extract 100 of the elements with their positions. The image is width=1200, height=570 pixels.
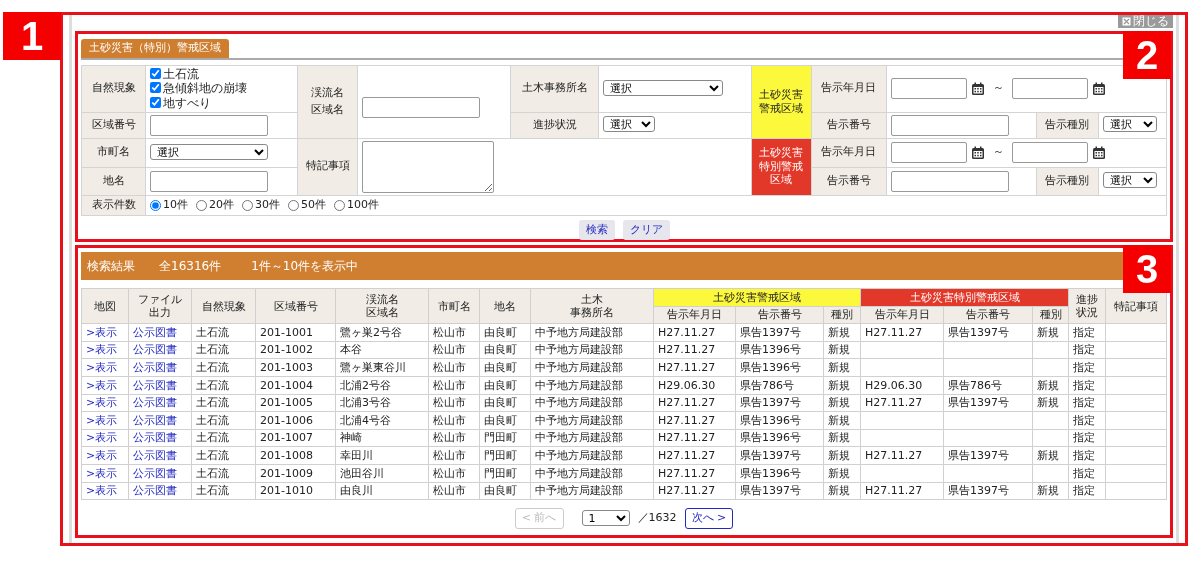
radio-button[interactable] xyxy=(288,199,300,211)
table-cell: 県告1396号 xyxy=(735,358,824,377)
callout-number: 1 xyxy=(3,12,61,60)
field-label: 告示種別 xyxy=(1036,167,1099,195)
dropdown[interactable]: 選択 xyxy=(603,79,724,96)
table-cell: 新規 xyxy=(823,394,861,412)
table-cell: 中予地方局建設部 xyxy=(530,358,654,377)
table-cell: 松山市 xyxy=(428,429,480,447)
table-cell: 県告786号 xyxy=(943,376,1033,395)
table-cell: 由良町 xyxy=(479,376,531,395)
radio-button[interactable] xyxy=(242,199,254,211)
table-cell: 松山市 xyxy=(428,323,480,342)
checkbox[interactable] xyxy=(150,82,162,94)
table-cell: 県告1396号 xyxy=(735,429,824,447)
option-label: 急傾斜地の崩壊 xyxy=(163,81,248,96)
table-cell: 土石流 xyxy=(191,446,256,465)
field-label: 市町名 xyxy=(81,138,146,167)
next-button[interactable]: 次へ > xyxy=(684,508,734,529)
column-header: 自然現象 xyxy=(191,288,256,324)
table-cell: 県告1396号 xyxy=(735,411,824,430)
table-cell: 松山市 xyxy=(428,482,480,500)
dropdown[interactable]: 選択 xyxy=(150,143,269,160)
calendar-icon[interactable] xyxy=(970,81,985,96)
table-cell: 新規 xyxy=(823,323,861,342)
table-cell: H27.11.27 xyxy=(653,323,736,342)
table-cell: 県告1397号 xyxy=(735,446,824,465)
field-label: 特記事項 xyxy=(297,138,358,195)
table-cell: 新規 xyxy=(823,376,861,395)
text-field[interactable] xyxy=(890,114,1009,136)
calendar-icon[interactable] xyxy=(1091,81,1106,96)
table-cell: H27.11.27 xyxy=(653,482,736,500)
dropdown[interactable]: 選択 xyxy=(1102,172,1157,189)
table-cell: 新規 xyxy=(823,411,861,430)
column-header: 渓流名区域名 xyxy=(335,288,429,324)
calendar-icon[interactable] xyxy=(970,145,985,160)
table-cell: H27.11.27 xyxy=(653,446,736,465)
table-cell: 201-1010 xyxy=(255,482,336,500)
table-cell: 門田町 xyxy=(479,446,531,465)
radio-button[interactable] xyxy=(196,199,208,211)
table-cell: 中予地方局建設部 xyxy=(530,411,654,430)
range-separator: ～ xyxy=(992,144,1004,161)
dropdown[interactable]: 選択 xyxy=(603,116,656,133)
table-cell: H27.11.27 xyxy=(653,429,736,447)
table-cell: 201-1008 xyxy=(255,446,336,465)
callout-number: 3 xyxy=(1123,245,1171,293)
table-cell: 新規 xyxy=(1032,323,1069,342)
table-cell: 県告1397号 xyxy=(735,394,824,412)
table-cell: 指定 xyxy=(1068,429,1106,447)
table-cell: 県告786号 xyxy=(735,376,824,395)
column-header: 土砂災害特別警戒区域 xyxy=(860,288,1069,307)
radio-button[interactable] xyxy=(334,199,346,211)
table-cell: 土石流 xyxy=(191,376,256,395)
clear-button[interactable]: クリア xyxy=(622,219,670,240)
summary-text: 全16316件 xyxy=(159,258,222,275)
text-field[interactable] xyxy=(1011,142,1088,163)
table-cell: 由良町 xyxy=(479,482,531,500)
table-cell: 中予地方局建設部 xyxy=(530,341,654,359)
table-cell: 201-1003 xyxy=(255,358,336,377)
text-area[interactable] xyxy=(362,140,495,193)
table-cell: 由良町 xyxy=(479,341,531,359)
checkbox[interactable] xyxy=(150,67,162,79)
text-field[interactable] xyxy=(150,170,269,192)
table-cell: 中予地方局建設部 xyxy=(530,446,654,465)
search-button[interactable]: 検索 xyxy=(578,219,615,240)
option-label: 地すべり xyxy=(163,95,212,110)
checkbox[interactable] xyxy=(150,96,162,108)
text-field[interactable] xyxy=(890,142,967,163)
table-cell: 新規 xyxy=(823,358,861,377)
text-field[interactable] xyxy=(890,78,967,99)
table-cell: H29.06.30 xyxy=(653,376,736,395)
table-cell: 土石流 xyxy=(191,394,256,412)
column-header: ファイル出力 xyxy=(128,288,192,324)
table-cell: 新規 xyxy=(1032,376,1069,395)
option-label: 100件 xyxy=(347,196,380,213)
radio-button[interactable] xyxy=(150,199,162,211)
text-field[interactable] xyxy=(890,170,1009,192)
page-select[interactable]: 1 xyxy=(581,510,630,527)
column-header: 土木事務所名 xyxy=(530,288,654,324)
table-cell: 新規 xyxy=(823,464,861,483)
table-cell: 指定 xyxy=(1068,411,1106,430)
table-cell: 由良町 xyxy=(479,411,531,430)
text-field[interactable] xyxy=(150,114,269,136)
table-cell: 北浦2号谷 xyxy=(335,376,429,395)
table-cell: 新規 xyxy=(1032,446,1069,465)
table-cell: 新規 xyxy=(823,341,861,359)
table-cell: 201-1006 xyxy=(255,411,336,430)
table-cell: 県告1397号 xyxy=(943,323,1033,342)
dropdown[interactable]: 選択 xyxy=(1102,116,1157,133)
table-cell: 県告1397号 xyxy=(943,482,1033,500)
field-label: 表示件数 xyxy=(81,195,146,215)
text-field[interactable] xyxy=(1011,78,1088,99)
table-cell: H27.11.27 xyxy=(653,394,736,412)
calendar-icon[interactable] xyxy=(1091,145,1106,160)
table-cell: 県告1397号 xyxy=(735,323,824,342)
table-cell: 県告1396号 xyxy=(735,464,824,483)
table-cell: 県告1397号 xyxy=(943,394,1033,412)
table-cell: 新規 xyxy=(823,482,861,500)
option-label: 10件 xyxy=(163,196,189,213)
field-label: 区域番号 xyxy=(81,112,146,138)
text-field[interactable] xyxy=(362,96,481,118)
